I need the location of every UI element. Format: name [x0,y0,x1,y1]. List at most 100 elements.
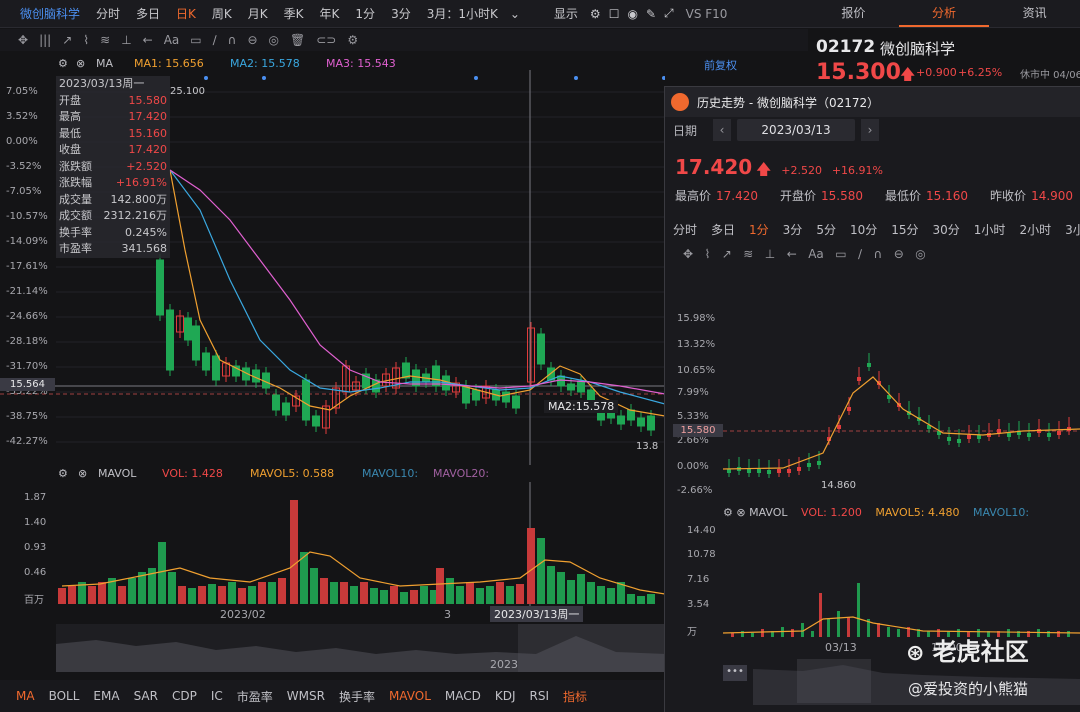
popup-candle-body [847,407,851,411]
popup-candle-body [747,469,751,473]
popup-stat: 开盘价 15.580 [780,187,863,204]
popup-volume-chart[interactable] [723,523,1080,639]
gear-icon[interactable]: ⚙ [58,467,68,480]
period-tab[interactable]: 月K [240,5,276,22]
close-icon[interactable]: ⊗ [736,506,745,519]
indicator-tab[interactable]: 指标 [563,688,587,705]
date-field[interactable]: 2023/03/13 [737,119,856,141]
right-tab[interactable]: 资讯 [989,0,1080,27]
volume-bar [557,572,565,604]
popup-interval-tab[interactable]: 3小时 [1065,221,1080,238]
toolbar-tool-icon[interactable]: ← [143,33,153,47]
display-button[interactable]: 显示 [524,5,586,22]
indicator-tab[interactable]: BOLL [49,689,80,703]
toolbar-tool-icon[interactable]: ∕ [213,33,217,47]
candle-body [202,352,210,371]
toolbar-tool-icon[interactable]: ∩ [228,33,237,47]
toolbar-tool-icon[interactable]: ⊂⊃ [316,33,336,47]
square-icon[interactable]: ☐ [605,7,624,21]
toolbar-tool-icon[interactable]: Aa [164,33,180,47]
popup-volume-bar [847,617,850,637]
gear-icon[interactable]: ⚙ [586,7,605,21]
vs-f10-button[interactable]: VS F10 [678,7,736,21]
indicator-tab[interactable]: EMA [93,689,119,703]
popup-interval-tab[interactable]: 15分 [891,221,918,238]
indicator-tab[interactable]: KDJ [495,689,516,703]
popup-interval-tab[interactable]: 5分 [816,221,836,238]
indicator-tab[interactable]: 市盈率 [237,688,273,705]
indicator-tab[interactable]: MACD [445,689,481,703]
period-tab[interactable]: 分时 [88,5,128,22]
indicator-tab[interactable]: WMSR [287,689,325,703]
expand-icon[interactable]: ⤢ [660,6,678,21]
gear-icon[interactable]: ⚙ [58,57,68,70]
period-tab[interactable]: 周K [204,5,240,22]
popup-minute-chart[interactable] [723,273,1080,501]
range-navigator[interactable] [56,624,666,672]
popup-interval-tab[interactable]: 1小时 [974,221,1006,238]
toolbar-tool-icon[interactable]: ⊥ [121,33,131,47]
indicator-tab[interactable]: SAR [134,689,158,703]
popup-volume-bar [897,629,900,637]
volume-bar [68,586,76,604]
axis-label: -17.61% [6,261,48,272]
pen-icon[interactable]: ✎ [642,7,660,21]
toolbar-tool-icon[interactable]: ✥ [18,33,28,47]
toolbar-tool-icon[interactable]: ◎ [269,33,279,47]
popup-interval-tab[interactable]: 10分 [850,221,877,238]
period-tab[interactable]: 年K [312,5,348,22]
toolbar-tool-icon[interactable]: 🗑 [290,33,305,47]
period-tab[interactable]: 多日 [128,5,168,22]
info-row: 成交额 2312.216万 [56,208,170,225]
info-row: 成交量 142.800万 [56,192,170,209]
volume-bar [410,590,418,604]
navigator-window[interactable] [518,624,666,672]
right-tab[interactable]: 报价 [808,0,899,27]
volume-bar [486,586,494,604]
period-tab[interactable]: 1分 [347,5,383,22]
toolbar-tool-icon[interactable]: ⚙ [347,33,358,47]
indicator-tab[interactable]: IC [211,689,223,703]
popup-interval-tab[interactable]: 多日 [711,221,735,238]
toolbar-tool-icon[interactable]: ||| [39,33,51,47]
event-marker [474,76,478,80]
prev-date-button[interactable]: ‹ [713,119,732,141]
next-date-button[interactable]: › [861,119,880,141]
popup-navigator-window[interactable] [797,659,871,703]
interval-select[interactable]: 3月：1小时K [419,5,506,22]
restore-button[interactable]: 前复权 [704,57,737,73]
volume-bar [456,586,464,604]
popup-interval-tab[interactable]: 1分 [749,221,769,238]
indicator-tab[interactable]: MAVOL [389,689,431,703]
gear-icon[interactable]: ⚙ [723,506,733,519]
popup-volume-bar [857,583,860,637]
volume-bar [158,542,166,604]
ma1-value: MA1: 15.656 [134,57,204,70]
popup-pct: +16.91% [831,164,883,177]
toolbar-tool-icon[interactable]: ≋ [100,33,110,47]
toolbar-tool-icon[interactable]: ⌇ [83,33,89,47]
toolbar-tool-icon[interactable]: ⊖ [247,33,257,47]
close-icon[interactable]: ⊗ [76,57,85,70]
toolbar-tool-icon[interactable]: ▭ [190,33,201,47]
indicator-tab[interactable]: 换手率 [339,688,375,705]
close-icon[interactable]: ⊗ [78,467,87,480]
popup-interval-tab[interactable]: 分时 [673,221,697,238]
indicator-tab[interactable]: MA [16,689,35,703]
toolbar-tool-icon[interactable]: ↗ [62,33,72,47]
indicator-tab[interactable]: RSI [530,689,550,703]
popup-title: 历史走势 - 微创脑科学（02172） [697,95,880,110]
popup-interval-tab[interactable]: 30分 [933,221,960,238]
indicator-tab[interactable]: CDP [172,689,197,703]
period-tab[interactable]: 日K [168,5,204,22]
stock-name[interactable]: 微创脑科学 [0,5,88,22]
camera-icon[interactable]: ◉ [623,7,641,21]
popup-interval-tab[interactable]: 3分 [783,221,803,238]
period-tab[interactable]: 季K [276,5,312,22]
volume-chart[interactable] [0,482,665,606]
stat-value: 15.160 [926,189,969,203]
popup-candle-body [1027,433,1031,437]
popup-interval-tab[interactable]: 2小时 [1019,221,1051,238]
right-tab[interactable]: 分析 [898,0,990,27]
period-tab[interactable]: 3分 [383,5,419,22]
